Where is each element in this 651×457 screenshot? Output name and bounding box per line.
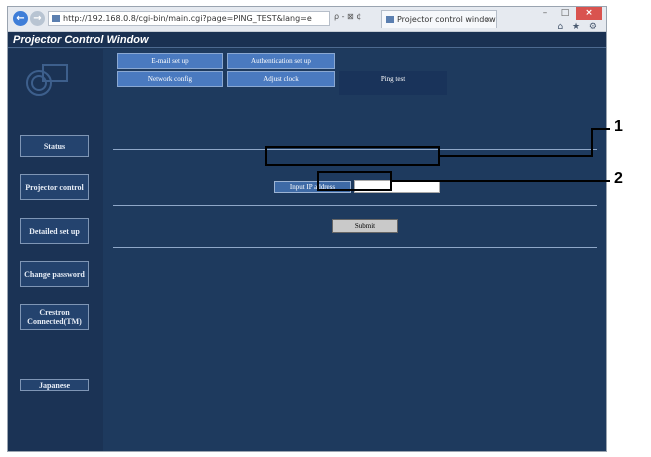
window-close-icon[interactable]: × [576,7,602,20]
divider-middle [113,205,597,206]
projector-logo-icon [26,64,68,96]
tab-title: Projector control window [397,15,496,24]
back-arrow-icon[interactable]: ← [13,11,28,26]
sidebar-item-japanese[interactable]: Japanese [20,379,89,391]
main-content: E-mail set up Authentication set up Netw… [103,49,606,451]
callout-leader-1-riser [591,128,593,157]
callout-number-1: 1 [614,118,623,135]
maximize-icon[interactable]: □ [556,7,574,20]
callout-box-2 [317,171,392,191]
tab-ping-test[interactable]: Ping test [339,71,447,95]
callout-box-1 [265,146,440,166]
callout-leader-1 [440,155,592,157]
address-text: http://192.168.0.8/cgi-bin/main.cgi?page… [63,14,312,23]
tab-authentication-set-up[interactable]: Authentication set up [227,53,335,69]
tab-favicon-icon [386,16,394,23]
sidebar-item-projector-control[interactable]: Projector control [20,174,89,200]
callout-number-2: 2 [614,170,623,187]
callout-leader-1-tip [591,128,610,130]
browser-tab[interactable]: Projector control window × [381,10,497,28]
address-tools[interactable]: ρ - ⊠ ¢ [334,12,361,21]
browser-window: ← → http://192.168.0.8/cgi-bin/main.cgi?… [7,6,607,452]
sidebar-item-crestron[interactable]: Crestron Connected(TM) [20,304,89,330]
sidebar-item-detailed-set-up[interactable]: Detailed set up [20,218,89,244]
browser-chrome: ← → http://192.168.0.8/cgi-bin/main.cgi?… [8,7,606,32]
sidebar: Status Projector control Detailed set up… [8,49,103,451]
sidebar-item-change-password[interactable]: Change password [20,261,89,287]
tab-close-icon[interactable]: × [484,11,491,28]
submit-button[interactable]: Submit [332,219,398,233]
tab-email-set-up[interactable]: E-mail set up [117,53,223,69]
tab-network-config[interactable]: Network config [117,71,223,87]
app-title: Projector Control Window [8,32,606,48]
browser-tool-icons[interactable]: ⌂ ★ ⚙ [557,22,600,32]
address-bar[interactable]: http://192.168.0.8/cgi-bin/main.cgi?page… [48,11,330,26]
sidebar-item-status[interactable]: Status [20,135,89,157]
page-favicon-icon [52,15,60,22]
tab-adjust-clock[interactable]: Adjust clock [227,71,335,87]
minimize-icon[interactable]: – [536,7,554,20]
divider-bottom [113,247,597,248]
projector-app: Projector Control Window Status Projecto… [8,32,606,451]
callout-leader-2 [392,180,610,182]
forward-arrow-icon[interactable]: → [30,11,45,26]
